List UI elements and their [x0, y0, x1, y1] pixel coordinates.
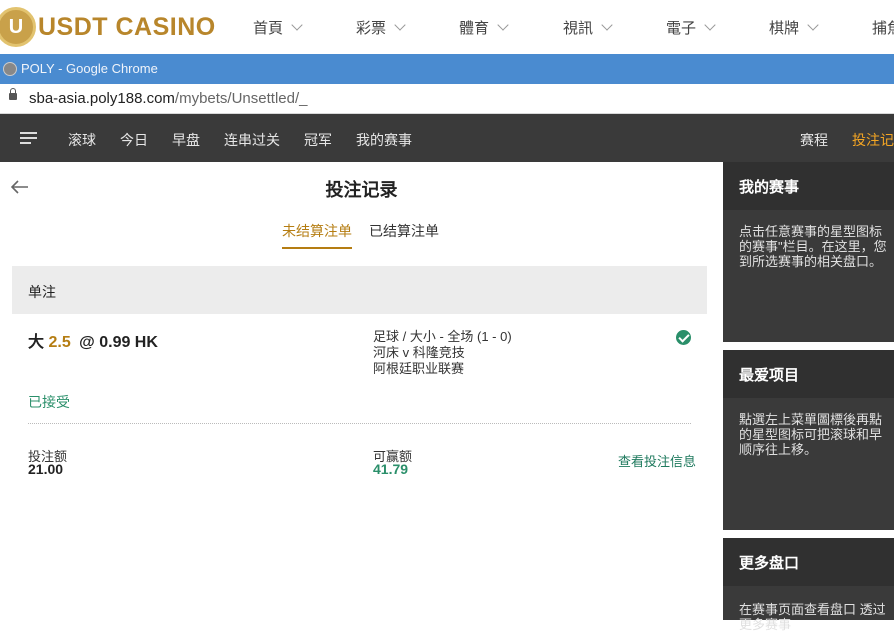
panel-title: 我的赛事 [739, 179, 800, 196]
match-info: 足球 / 大小 - 全场 (1 - 0) 河床 v 科隆竞技 阿根廷职业联赛 [373, 329, 512, 377]
page-title: 投注记录 [325, 180, 398, 200]
side-panel-favorites: 最爱项目 點選左上菜單圖標後再點 的星型图标可把滚球和早 顺序往上移。 [723, 350, 894, 530]
chevron-down-icon [394, 19, 406, 31]
chevron-down-icon [497, 19, 509, 31]
nav-bet-history[interactable]: 投注记录 [852, 130, 894, 150]
nav-cards[interactable]: 棋牌 [769, 17, 819, 38]
bet-type-header: 单注 [12, 266, 707, 314]
site-header: U USDT CASINO 首頁 彩票 體育 視訊 電子 棋牌 捕魚 [0, 0, 894, 54]
nav-live[interactable]: 視訊 [563, 17, 613, 38]
check-circle-icon [676, 330, 691, 345]
main-content: 投注记录 未结算注单 已结算注单 单注 大 2.5 @ 0.99 HK 足球 /… [0, 162, 723, 620]
nav-schedule[interactable]: 赛程 [800, 130, 828, 150]
nav-outright[interactable]: 冠军 [304, 130, 332, 150]
logo-text: USDT CASINO [38, 12, 216, 41]
nav-today[interactable]: 今日 [120, 130, 148, 150]
bet-card: 单注 大 2.5 @ 0.99 HK 足球 / 大小 - 全场 (1 - 0) … [12, 266, 707, 480]
view-bet-details-link[interactable]: 查看投注信息 [618, 451, 696, 470]
chevron-down-icon [291, 19, 303, 31]
side-panel-more-markets: 更多盘口 在赛事页面查看盘口 透过 更多赛事 [723, 538, 894, 632]
odds-value: @ 0.99 HK [79, 334, 158, 351]
panel-text: 點選左上菜單圖標後再點 的星型图标可把滚球和早 顺序往上移。 [739, 412, 883, 457]
chevron-down-icon [807, 19, 819, 31]
handicap-value: 2.5 [48, 334, 71, 351]
window-title: POLY - Google Chrome [21, 61, 158, 76]
logo-badge: U [0, 7, 36, 47]
tab-settled[interactable]: 已结算注单 [369, 221, 439, 241]
status-badge: 已接受 [28, 394, 70, 410]
bet-selection: 大 2.5 @ 0.99 HK [28, 334, 158, 351]
browser-title-bar: POLY - Google Chrome [0, 54, 894, 84]
panel-text: 在赛事页面查看盘口 透过 更多赛事 [739, 602, 886, 632]
globe-icon [3, 62, 17, 76]
nav-inplay[interactable]: 滚球 [68, 130, 96, 150]
stake-amount: 21.00 [28, 461, 64, 477]
tab-unsettled[interactable]: 未结算注单 [282, 221, 352, 241]
hamburger-menu-icon[interactable] [20, 132, 37, 147]
bet-type-label: 单注 [28, 284, 56, 300]
nav-sports[interactable]: 體育 [459, 17, 509, 38]
url-text[interactable]: sba-asia.poly188.com/mybets/Unsettled/_ [29, 90, 307, 107]
nav-early[interactable]: 早盘 [172, 130, 200, 150]
market-label: 足球 / 大小 - 全场 (1 - 0) [373, 329, 512, 344]
sportsbook-nav: 滚球 今日 早盘 连串过关 冠军 我的赛事 赛程 投注记录 [0, 114, 894, 162]
match-label: 河床 v 科隆竞技 [373, 345, 465, 360]
panel-text: 点击任意赛事的星型图标 的赛事"栏目。在这里，您 到所选赛事的相关盘口。 [739, 224, 887, 269]
nav-slots[interactable]: 電子 [666, 17, 716, 38]
nav-my-events[interactable]: 我的赛事 [356, 130, 412, 150]
league-label: 阿根廷职业联赛 [373, 361, 465, 376]
chevron-down-icon [601, 19, 613, 31]
site-logo[interactable]: U USDT CASINO [0, 2, 216, 52]
win-amount: 41.79 [373, 461, 409, 477]
nav-home[interactable]: 首頁 [253, 17, 303, 38]
panel-title: 更多盘口 [739, 555, 800, 572]
chevron-down-icon [704, 19, 716, 31]
active-tab-indicator [282, 247, 352, 249]
panel-title: 最爱项目 [739, 367, 800, 384]
lock-icon [9, 88, 17, 100]
side-panel-my-events: 我的赛事 点击任意赛事的星型图标 的赛事"栏目。在这里，您 到所选赛事的相关盘口… [723, 162, 894, 342]
divider [28, 423, 691, 424]
address-bar[interactable]: sba-asia.poly188.com/mybets/Unsettled/_ [0, 84, 894, 114]
nav-fishing[interactable]: 捕魚 [872, 17, 894, 38]
nav-parlay[interactable]: 连串过关 [224, 130, 280, 150]
nav-lottery[interactable]: 彩票 [356, 17, 406, 38]
